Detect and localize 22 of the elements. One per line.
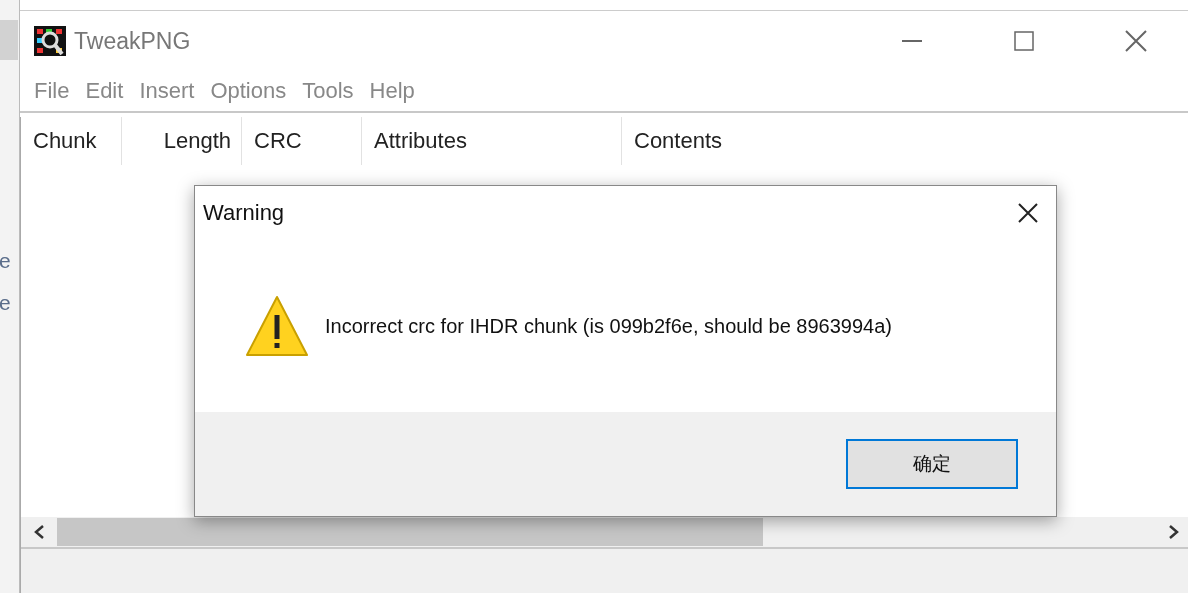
column-header[interactable]: Chunk — [21, 117, 122, 165]
background-text: e — [0, 248, 12, 274]
menu-item[interactable]: Edit — [77, 78, 132, 104]
warning-message: Incorrect crc for IHDR chunk (is 099b2f6e, should be 8963994a) — [325, 314, 892, 338]
column-header[interactable]: Length — [122, 117, 242, 165]
dialog-title: Warning — [203, 200, 286, 226]
app-icon — [34, 26, 66, 56]
background-text: e — [0, 290, 12, 316]
menu-item[interactable]: Tools — [294, 78, 362, 104]
window-title: TweakPNG — [74, 27, 192, 55]
menu-item[interactable]: Help — [361, 78, 423, 104]
column-header[interactable]: CRC — [242, 117, 362, 165]
menu-item[interactable]: Options — [202, 78, 295, 104]
maximize-icon[interactable] — [1014, 31, 1034, 51]
scrollbar-thumb[interactable] — [57, 518, 763, 546]
menu-item[interactable]: File — [26, 78, 78, 104]
ok-button[interactable]: 确定 — [846, 439, 1018, 489]
menu-item[interactable]: Insert — [131, 78, 203, 104]
close-icon[interactable] — [1018, 203, 1038, 223]
column-header[interactable]: Attributes — [362, 117, 622, 165]
warning-icon — [245, 295, 309, 357]
column-header[interactable]: Contents — [622, 117, 1188, 165]
